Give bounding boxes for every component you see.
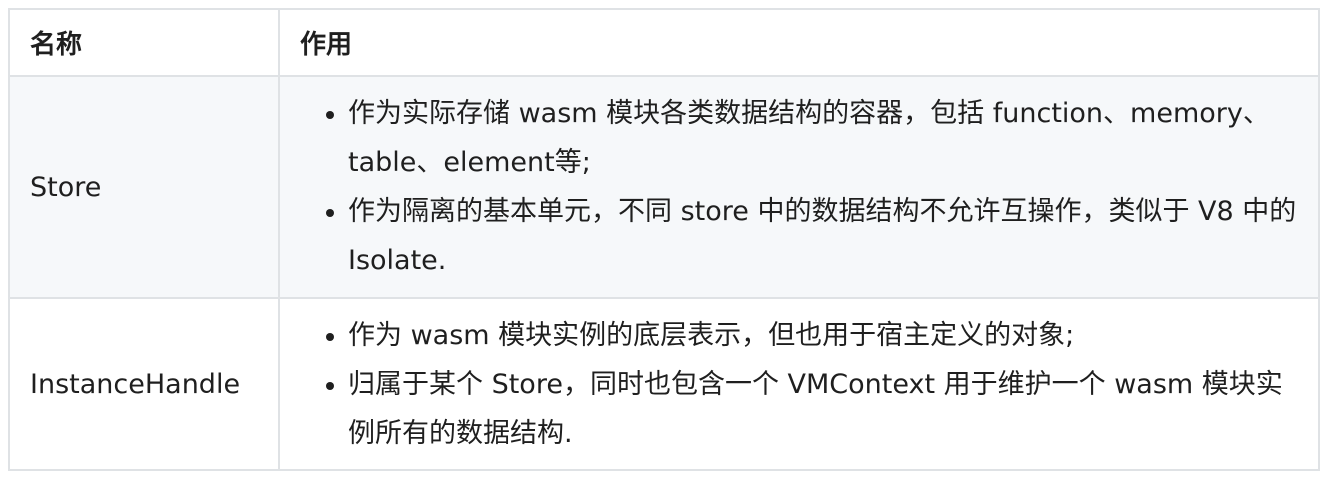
- row-name-store: Store: [8, 75, 280, 299]
- table-container: 名称 作用 Store 作为实际存储 wasm 模块各类数据结构的容器，包括 f…: [8, 8, 1320, 471]
- list-item: 归属于某个 Store，同时也包含一个 VMContext 用于维护一个 was…: [348, 360, 1306, 458]
- list-item: 作为隔离的基本单元，不同 store 中的数据结构不允许互操作，类似于 V8 中…: [348, 187, 1306, 285]
- list-item: 作为 wasm 模块实例的底层表示，但也用于宿主定义的对象;: [348, 311, 1306, 360]
- header-name: 名称: [8, 8, 280, 77]
- bullet-list: 作为 wasm 模块实例的底层表示，但也用于宿主定义的对象; 归属于某个 Sto…: [300, 311, 1306, 458]
- bullet-list: 作为实际存储 wasm 模块各类数据结构的容器，包括 function、memo…: [300, 89, 1306, 285]
- table-header-row: 名称 作用: [8, 8, 1320, 77]
- table-row: InstanceHandle 作为 wasm 模块实例的底层表示，但也用于宿主定…: [8, 297, 1320, 471]
- list-item: 作为实际存储 wasm 模块各类数据结构的容器，包括 function、memo…: [348, 89, 1306, 187]
- table-row: Store 作为实际存储 wasm 模块各类数据结构的容器，包括 functio…: [8, 75, 1320, 299]
- comparison-table: 名称 作用 Store 作为实际存储 wasm 模块各类数据结构的容器，包括 f…: [8, 8, 1320, 471]
- row-desc-instancehandle: 作为 wasm 模块实例的底层表示，但也用于宿主定义的对象; 归属于某个 Sto…: [278, 297, 1320, 471]
- row-desc-store: 作为实际存储 wasm 模块各类数据结构的容器，包括 function、memo…: [278, 75, 1320, 299]
- row-name-instancehandle: InstanceHandle: [8, 297, 280, 471]
- header-purpose: 作用: [278, 8, 1320, 77]
